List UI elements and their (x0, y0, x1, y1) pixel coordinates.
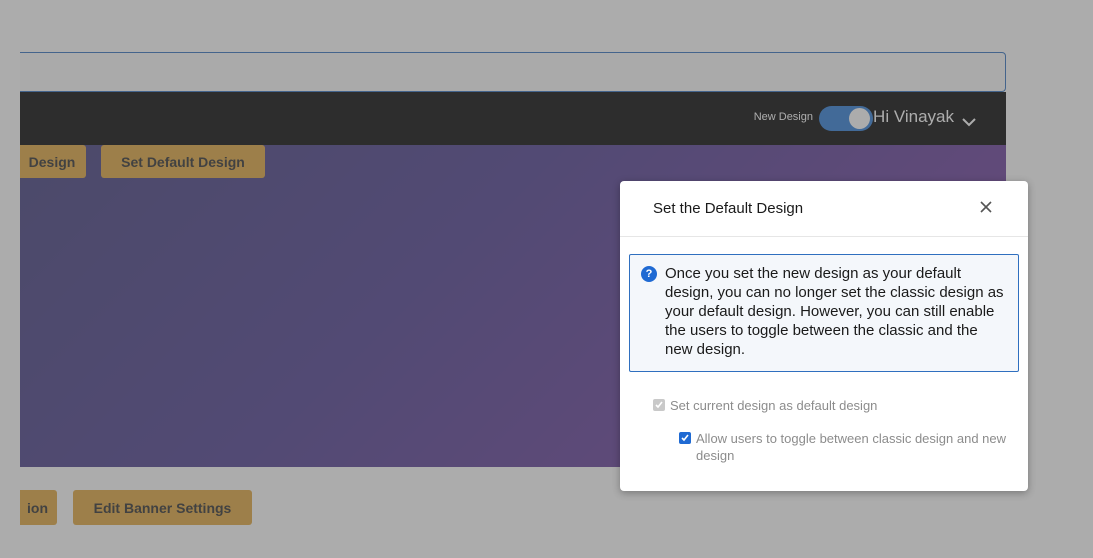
info-text: Once you set the new design as your defa… (665, 265, 1004, 358)
set-default-checkbox (653, 399, 665, 411)
set-default-checkbox-row: Set current design as default design (653, 397, 877, 414)
allow-toggle-checkbox-row[interactable]: Allow users to toggle between classic de… (679, 430, 1009, 464)
question-icon: ? (641, 266, 657, 282)
dialog-header: Set the Default Design (620, 181, 1028, 237)
dialog-title: Set the Default Design (653, 200, 804, 217)
set-default-checkbox-label: Set current design as default design (670, 398, 878, 413)
allow-toggle-checkbox-label: Allow users to toggle between classic de… (696, 431, 1007, 463)
allow-toggle-checkbox[interactable] (679, 432, 691, 444)
close-icon[interactable] (976, 197, 996, 217)
default-design-dialog: Set the Default Design ? Once you set th… (620, 181, 1028, 491)
info-message: ? Once you set the new design as your de… (629, 254, 1019, 372)
